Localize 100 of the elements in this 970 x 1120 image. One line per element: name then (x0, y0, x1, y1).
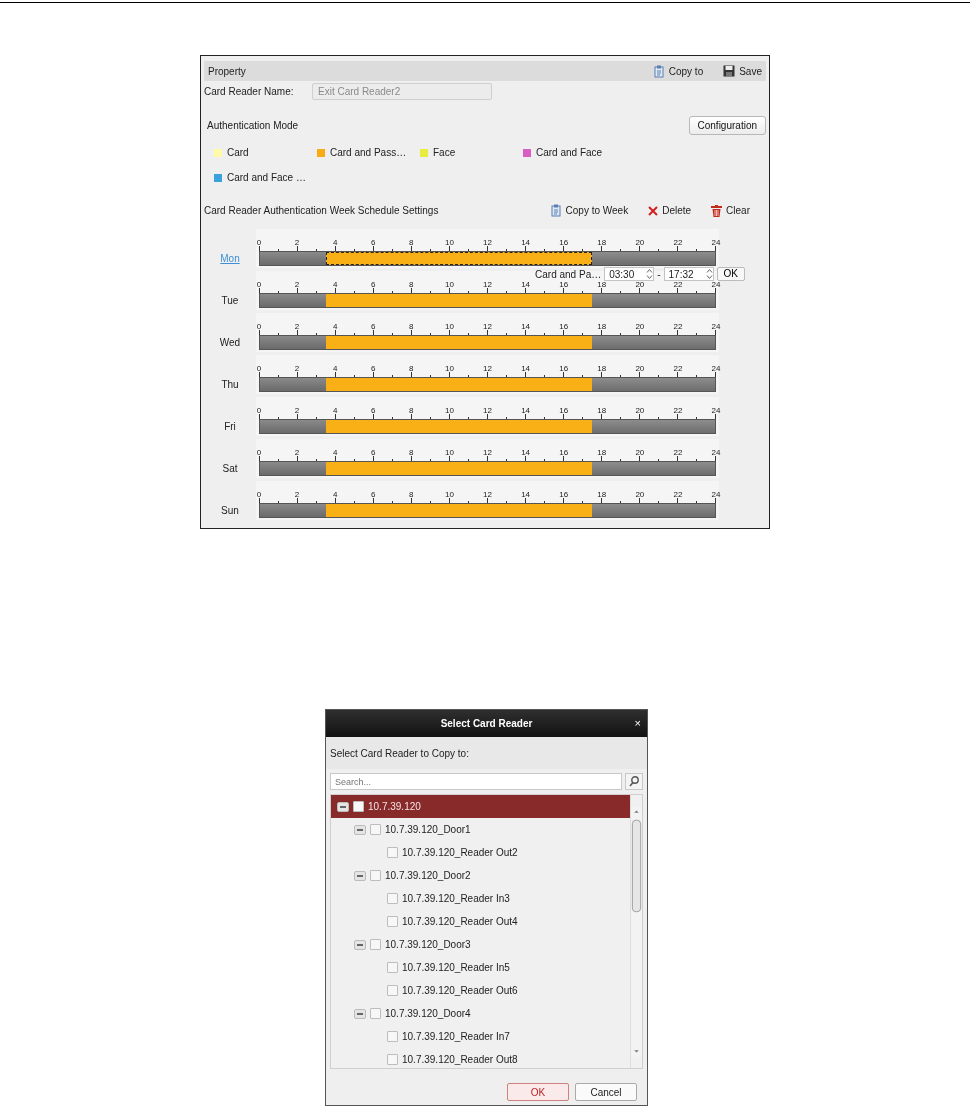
minus-icon (340, 803, 346, 810)
axis-label: 10 (444, 323, 454, 331)
node-label[interactable]: 10.7.39.120_Reader In3 (402, 891, 510, 906)
collapse-toggle[interactable] (354, 824, 366, 835)
tree-item[interactable]: 10.7.39.120_Reader Out4 (331, 910, 630, 933)
axis-label: 4 (332, 323, 338, 331)
node-label[interactable]: 10.7.39.120_Reader Out8 (402, 1052, 518, 1067)
search-field[interactable]: Search... (330, 773, 622, 790)
axis-label: 24 (711, 281, 721, 289)
trash-can-icon (711, 204, 723, 217)
axis-label: 18 (597, 239, 607, 247)
axis-label: 14 (521, 449, 531, 457)
field-label: Card Reader Name: (204, 85, 295, 99)
day-label[interactable]: Sat (204, 461, 256, 478)
checkbox[interactable] (387, 893, 398, 904)
axis-label: 20 (635, 281, 645, 289)
tree-item[interactable]: 10.7.39.120_Door2 (331, 864, 630, 887)
checkbox[interactable] (353, 801, 364, 812)
collapse-toggle[interactable] (354, 1008, 366, 1019)
axis-label: 22 (673, 407, 683, 415)
time-field[interactable]: 17:32 (663, 267, 714, 281)
day-label[interactable]: Fri (204, 419, 256, 436)
axis-label: 6 (371, 491, 376, 499)
configuration-button[interactable]: Configuration (688, 116, 766, 135)
axis-label: 18 (597, 365, 607, 373)
node-label[interactable]: 10.7.39.120_Reader Out6 (402, 983, 518, 998)
tree-item[interactable]: 10.7.39.120_Door1 (331, 818, 630, 841)
tree-item[interactable]: 10.7.39.120_Door3 (331, 933, 630, 956)
time-segment[interactable] (326, 252, 593, 265)
copy-to-week-button[interactable]: Copy to Week (550, 203, 629, 218)
axis-label: 0 (256, 491, 262, 499)
ok-button[interactable]: OK (507, 1083, 569, 1101)
clear-button[interactable]: Clear (711, 203, 750, 218)
checkbox[interactable] (387, 916, 398, 927)
tree-item[interactable]: 10.7.39.120_Reader In7 (331, 1025, 630, 1048)
clipboard-icon (550, 204, 562, 217)
day-label[interactable]: Tue (204, 293, 256, 310)
axis-label: 22 (673, 281, 683, 289)
checkbox[interactable] (370, 870, 381, 881)
delete-button[interactable]: Delete (648, 203, 692, 218)
day-label[interactable]: Thu (204, 377, 256, 394)
axis-label: 16 (559, 365, 569, 373)
mode-label: Card and Pa… (535, 267, 602, 282)
day-label[interactable]: Wed (204, 335, 256, 352)
node-label[interactable]: 10.7.39.120_Door4 (385, 1006, 471, 1021)
checkbox[interactable] (387, 985, 398, 996)
tree-item[interactable]: 10.7.39.120_Door4 (331, 1002, 630, 1025)
axis-label: 22 (673, 239, 683, 247)
node-label[interactable]: 10.7.39.120_Reader In7 (402, 1029, 510, 1044)
node-label[interactable]: 10.7.39.120_Reader Out2 (402, 845, 518, 860)
checkbox[interactable] (387, 962, 398, 973)
tree-item[interactable]: 10.7.39.120 (331, 795, 630, 818)
axis-label: 8 (409, 407, 414, 415)
axis-label: 14 (521, 281, 531, 289)
spinner-icon (705, 268, 713, 280)
checkbox[interactable] (387, 1031, 398, 1042)
node-label[interactable]: 10.7.39.120_Door3 (385, 937, 471, 952)
node-label[interactable]: 10.7.39.120 (368, 799, 421, 814)
axis-label: 18 (597, 491, 607, 499)
checkbox[interactable] (370, 939, 381, 950)
axis-label: 24 (711, 365, 721, 373)
checkbox[interactable] (387, 847, 398, 858)
tree-item[interactable]: 10.7.39.120_Reader Out6 (331, 979, 630, 1002)
checkbox[interactable] (370, 824, 381, 835)
axis-label: 20 (635, 449, 645, 457)
save-button[interactable]: Save (723, 63, 762, 79)
axis-label: 2 (294, 365, 300, 373)
time-value: 17:32 (668, 267, 694, 282)
axis-label: 6 (371, 239, 376, 247)
collapse-toggle[interactable] (354, 939, 366, 950)
axis-label: 6 (371, 407, 376, 415)
axis-label: 12 (483, 239, 492, 247)
search-button[interactable] (625, 773, 643, 790)
tree-item[interactable]: 10.7.39.120_Reader Out8 (331, 1048, 630, 1071)
axis-label: 14 (521, 323, 531, 331)
checkbox[interactable] (387, 1054, 398, 1065)
axis-label: 18 (597, 449, 607, 457)
collapse-toggle[interactable] (337, 801, 349, 812)
node-label[interactable]: 10.7.39.120_Reader In5 (402, 960, 510, 975)
checkbox[interactable] (370, 1008, 381, 1019)
time-field[interactable]: 03:30 (604, 267, 655, 281)
copy-to-button[interactable]: Copy to (653, 63, 704, 79)
tree-item[interactable]: 10.7.39.120_Reader In3 (331, 887, 630, 910)
day-label[interactable]: Sun (204, 503, 256, 520)
tree-item[interactable]: 10.7.39.120_Reader Out2 (331, 841, 630, 864)
axis-label: 10 (444, 407, 454, 415)
close-button[interactable]: × (634, 715, 641, 732)
ok-button[interactable]: OK (716, 267, 745, 281)
legend-label: Card and Face (536, 146, 603, 160)
tree-item[interactable]: 10.7.39.120_Reader In5 (331, 956, 630, 979)
axis-label: 16 (559, 323, 569, 331)
axis-label: 16 (559, 449, 569, 457)
axis-label: 2 (294, 323, 300, 331)
node-label[interactable]: 10.7.39.120_Reader Out4 (402, 914, 518, 929)
node-label[interactable]: 10.7.39.120_Door1 (385, 822, 471, 837)
axis-label: 14 (521, 491, 531, 499)
collapse-toggle[interactable] (354, 870, 366, 881)
cancel-button[interactable]: Cancel (575, 1083, 637, 1101)
node-label[interactable]: 10.7.39.120_Door2 (385, 868, 471, 883)
axis-label: 16 (559, 491, 569, 499)
